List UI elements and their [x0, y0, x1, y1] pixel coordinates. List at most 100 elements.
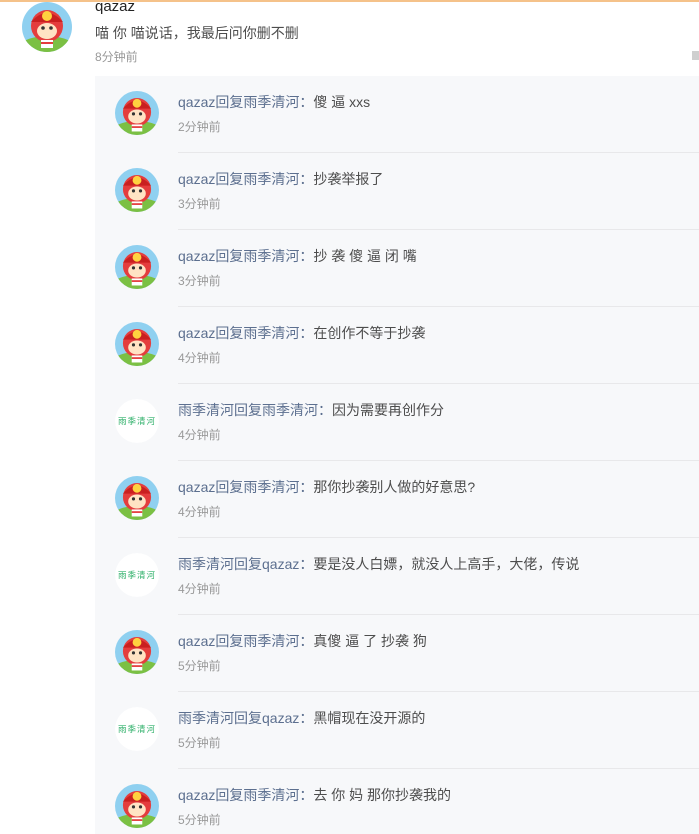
reply-target-username[interactable]: 雨季清河: [243, 325, 299, 341]
reply-target-username[interactable]: 雨季清河: [243, 479, 299, 495]
reply-item: qazaz回复雨季清河：去 你 妈 那你抄袭我的 5分钟前: [95, 769, 699, 834]
reply-time: 4分钟前: [178, 428, 221, 442]
reply-time: 5分钟前: [178, 659, 221, 673]
reply-action: 回复: [215, 325, 244, 341]
reply-text: 在创作不等于抄袭: [313, 325, 426, 341]
reply-username[interactable]: qazaz: [178, 479, 215, 495]
reply-action: 回复: [234, 402, 262, 418]
cartoon-avatar-icon: [115, 168, 159, 212]
reply-username[interactable]: 雨季清河: [178, 402, 234, 418]
reply-target-username[interactable]: 雨季清河: [243, 171, 299, 187]
reply-action: 回复: [215, 633, 244, 649]
reply-line: qazaz回复雨季清河：傻 逼 xxs: [178, 93, 370, 111]
avatar[interactable]: 雨季清河: [115, 707, 159, 751]
reply-username[interactable]: qazaz: [178, 633, 215, 649]
text-avatar-label: 雨季清河: [115, 707, 159, 751]
reply-text: 那你抄袭别人做的好意思?: [313, 479, 476, 495]
reply-separator: ：: [299, 479, 314, 495]
reply-separator: ：: [299, 325, 314, 341]
reply-item: 雨季清河 雨季清河回复qazaz：黑帽现在没开源的 5分钟前: [95, 692, 699, 769]
reply-username[interactable]: 雨季清河: [178, 556, 234, 572]
reply-line: qazaz回复雨季清河：在创作不等于抄袭: [178, 324, 425, 342]
reply-item: qazaz回复雨季清河：傻 逼 xxs 2分钟前: [95, 76, 699, 153]
reply-separator: ：: [299, 710, 314, 726]
reply-target-username[interactable]: 雨季清河: [243, 94, 299, 110]
reply-separator: ：: [299, 248, 314, 264]
comment-time: 8分钟前: [95, 50, 138, 64]
avatar[interactable]: 雨季清河: [115, 399, 159, 443]
reply-line: 雨季清河回复雨季清河：因为需要再创作分: [178, 401, 444, 419]
reply-line: qazaz回复雨季清河：抄袭举报了: [178, 170, 383, 188]
reply-time: 3分钟前: [178, 274, 221, 288]
cartoon-avatar-icon: [115, 630, 159, 674]
reply-target-username[interactable]: qazaz: [262, 710, 299, 726]
reply-action: 回复: [215, 479, 244, 495]
reply-time: 4分钟前: [178, 582, 221, 596]
reply-time: 4分钟前: [178, 351, 221, 365]
text-avatar-label: 雨季清河: [115, 553, 159, 597]
reply-line: qazaz回复雨季清河：抄 袭 傻 逼 闭 嘴: [178, 247, 417, 265]
reply-line: qazaz回复雨季清河：去 你 妈 那你抄袭我的: [178, 786, 451, 804]
reply-text: 真傻 逼 了 抄袭 狗: [313, 633, 427, 649]
reply-item: 雨季清河 雨季清河回复qazaz：要是没人白嫖，就没人上高手，大佬，传说 4分钟前: [95, 538, 699, 615]
reply-item: qazaz回复雨季清河：在创作不等于抄袭 4分钟前: [95, 307, 699, 384]
reply-time: 5分钟前: [178, 736, 221, 750]
reply-target-username[interactable]: 雨季清河: [243, 248, 299, 264]
comment-username[interactable]: qazaz: [95, 0, 135, 16]
reply-target-username[interactable]: 雨季清河: [262, 402, 318, 418]
reply-time: 4分钟前: [178, 505, 221, 519]
reply-separator: ：: [299, 787, 314, 803]
avatar[interactable]: [115, 168, 159, 212]
reply-item: qazaz回复雨季清河：那你抄袭别人做的好意思? 4分钟前: [95, 461, 699, 538]
reply-line: 雨季清河回复qazaz：黑帽现在没开源的: [178, 709, 425, 727]
reply-line: qazaz回复雨季清河：真傻 逼 了 抄袭 狗: [178, 632, 427, 650]
reply-username[interactable]: qazaz: [178, 787, 215, 803]
cartoon-avatar-icon: [22, 2, 72, 52]
reply-separator: ：: [299, 171, 314, 187]
reply-action: 回复: [215, 94, 244, 110]
reply-username[interactable]: 雨季清河: [178, 710, 234, 726]
reply-username[interactable]: qazaz: [178, 248, 215, 264]
avatar[interactable]: 雨季清河: [115, 553, 159, 597]
reply-target-username[interactable]: qazaz: [262, 556, 299, 572]
reply-text: 黑帽现在没开源的: [313, 710, 426, 726]
reply-time: 2分钟前: [178, 120, 221, 134]
reply-item: qazaz回复雨季清河：抄 袭 傻 逼 闭 嘴 3分钟前: [95, 230, 699, 307]
reply-separator: ：: [299, 633, 314, 649]
cartoon-avatar-icon: [115, 784, 159, 828]
reply-action: 回复: [215, 171, 244, 187]
reply-username[interactable]: qazaz: [178, 325, 215, 341]
cartoon-avatar-icon: [115, 322, 159, 366]
reply-item: qazaz回复雨季清河：真傻 逼 了 抄袭 狗 5分钟前: [95, 615, 699, 692]
reply-text: 去 你 妈 那你抄袭我的: [313, 787, 452, 803]
reply-text: 抄 袭 傻 逼 闭 嘴: [313, 248, 417, 264]
reply-item: 雨季清河 雨季清河回复雨季清河：因为需要再创作分 4分钟前: [95, 384, 699, 461]
reply-time: 5分钟前: [178, 813, 221, 827]
reply-separator: ：: [318, 402, 332, 418]
reply-text: 傻 逼 xxs: [313, 94, 371, 110]
avatar[interactable]: [115, 784, 159, 828]
like-icon[interactable]: [690, 46, 699, 60]
replies-panel: qazaz回复雨季清河：傻 逼 xxs 2分钟前 qazaz回复雨季清河：抄袭举报了…: [95, 76, 699, 834]
reply-username[interactable]: qazaz: [178, 94, 215, 110]
reply-target-username[interactable]: 雨季清河: [243, 787, 299, 803]
reply-target-username[interactable]: 雨季清河: [243, 633, 299, 649]
reply-line: qazaz回复雨季清河：那你抄袭别人做的好意思?: [178, 478, 475, 496]
avatar[interactable]: [115, 476, 159, 520]
avatar[interactable]: [115, 322, 159, 366]
avatar[interactable]: [115, 630, 159, 674]
cartoon-avatar-icon: [115, 476, 159, 520]
avatar[interactable]: [115, 91, 159, 135]
text-avatar-label: 雨季清河: [115, 399, 159, 443]
reply-username[interactable]: qazaz: [178, 171, 215, 187]
reply-action: 回复: [215, 787, 244, 803]
reply-time: 3分钟前: [178, 197, 221, 211]
avatar[interactable]: [22, 2, 72, 52]
reply-separator: ：: [299, 556, 314, 572]
reply-text: 抄袭举报了: [313, 171, 384, 187]
reply-separator: ：: [299, 94, 314, 110]
avatar[interactable]: [115, 245, 159, 289]
cartoon-avatar-icon: [115, 245, 159, 289]
reply-action: 回复: [234, 556, 262, 572]
reply-item: qazaz回复雨季清河：抄袭举报了 3分钟前: [95, 153, 699, 230]
